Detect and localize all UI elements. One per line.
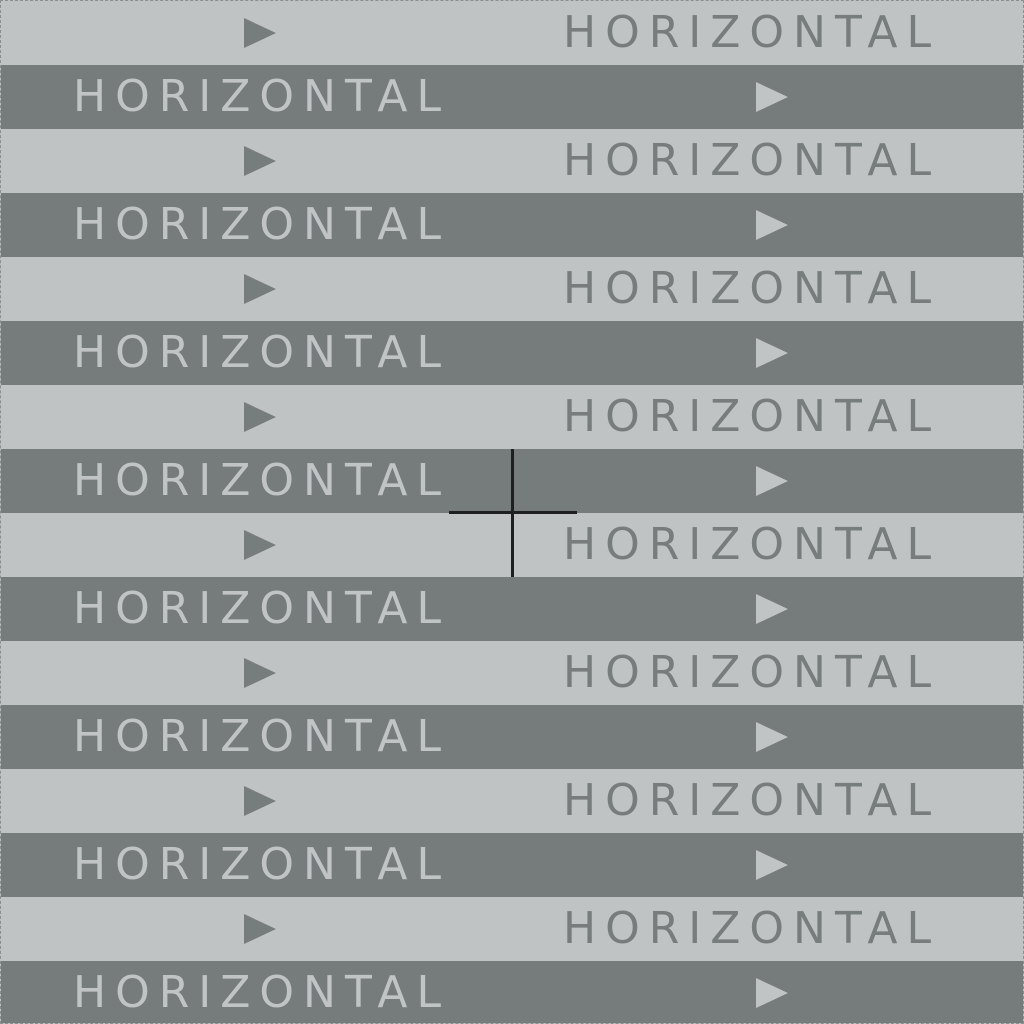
- horizontal-label: HORIZONTAL: [563, 391, 941, 442]
- stripe-dark: HORIZONTAL: [1, 321, 1023, 385]
- stripe-dark: HORIZONTAL: [1, 65, 1023, 129]
- play-arrow-icon: [756, 594, 788, 624]
- pattern-canvas: HORIZONTAL HORIZONTAL HORIZONTAL HORIZONTAL…: [0, 0, 1024, 1024]
- horizontal-label: HORIZONTAL: [73, 839, 451, 890]
- stripe-light: HORIZONTAL: [1, 385, 1023, 449]
- play-arrow-icon: [244, 530, 276, 560]
- play-arrow-icon: [244, 274, 276, 304]
- play-arrow-icon: [756, 850, 788, 880]
- stripe-light: HORIZONTAL: [1, 769, 1023, 833]
- stripe-stack: HORIZONTAL HORIZONTAL HORIZONTAL HORIZONTAL…: [1, 1, 1023, 1023]
- stripe-dark: HORIZONTAL: [1, 705, 1023, 769]
- play-arrow-icon: [244, 914, 276, 944]
- play-arrow-icon: [244, 402, 276, 432]
- play-arrow-icon: [756, 82, 788, 112]
- horizontal-label: HORIZONTAL: [73, 455, 451, 506]
- play-arrow-icon: [244, 146, 276, 176]
- play-arrow-icon: [756, 722, 788, 752]
- stripe-dark: HORIZONTAL: [1, 577, 1023, 641]
- horizontal-label: HORIZONTAL: [73, 583, 451, 634]
- horizontal-label: HORIZONTAL: [563, 647, 941, 698]
- play-arrow-icon: [756, 338, 788, 368]
- stripe-light: HORIZONTAL: [1, 641, 1023, 705]
- stripe-light: HORIZONTAL: [1, 897, 1023, 961]
- stripe-dark: HORIZONTAL: [1, 961, 1023, 1023]
- stripe-light: HORIZONTAL: [1, 513, 1023, 577]
- stripe-light: HORIZONTAL: [1, 1, 1023, 65]
- horizontal-label: HORIZONTAL: [563, 903, 941, 954]
- stripe-light: HORIZONTAL: [1, 129, 1023, 193]
- stripe-dark: HORIZONTAL: [1, 449, 1023, 513]
- play-arrow-icon: [756, 978, 788, 1008]
- play-arrow-icon: [756, 210, 788, 240]
- stripe-dark: HORIZONTAL: [1, 833, 1023, 897]
- horizontal-label: HORIZONTAL: [73, 71, 451, 122]
- horizontal-label: HORIZONTAL: [73, 711, 451, 762]
- play-arrow-icon: [756, 466, 788, 496]
- play-arrow-icon: [244, 18, 276, 48]
- play-arrow-icon: [244, 658, 276, 688]
- horizontal-label: HORIZONTAL: [563, 519, 941, 570]
- horizontal-label: HORIZONTAL: [73, 967, 451, 1018]
- stripe-light: HORIZONTAL: [1, 257, 1023, 321]
- play-arrow-icon: [244, 786, 276, 816]
- horizontal-label: HORIZONTAL: [563, 775, 941, 826]
- horizontal-label: HORIZONTAL: [563, 263, 941, 314]
- horizontal-label: HORIZONTAL: [563, 135, 941, 186]
- horizontal-label: HORIZONTAL: [73, 327, 451, 378]
- horizontal-label: HORIZONTAL: [73, 199, 451, 250]
- stripe-dark: HORIZONTAL: [1, 193, 1023, 257]
- horizontal-label: HORIZONTAL: [563, 7, 941, 58]
